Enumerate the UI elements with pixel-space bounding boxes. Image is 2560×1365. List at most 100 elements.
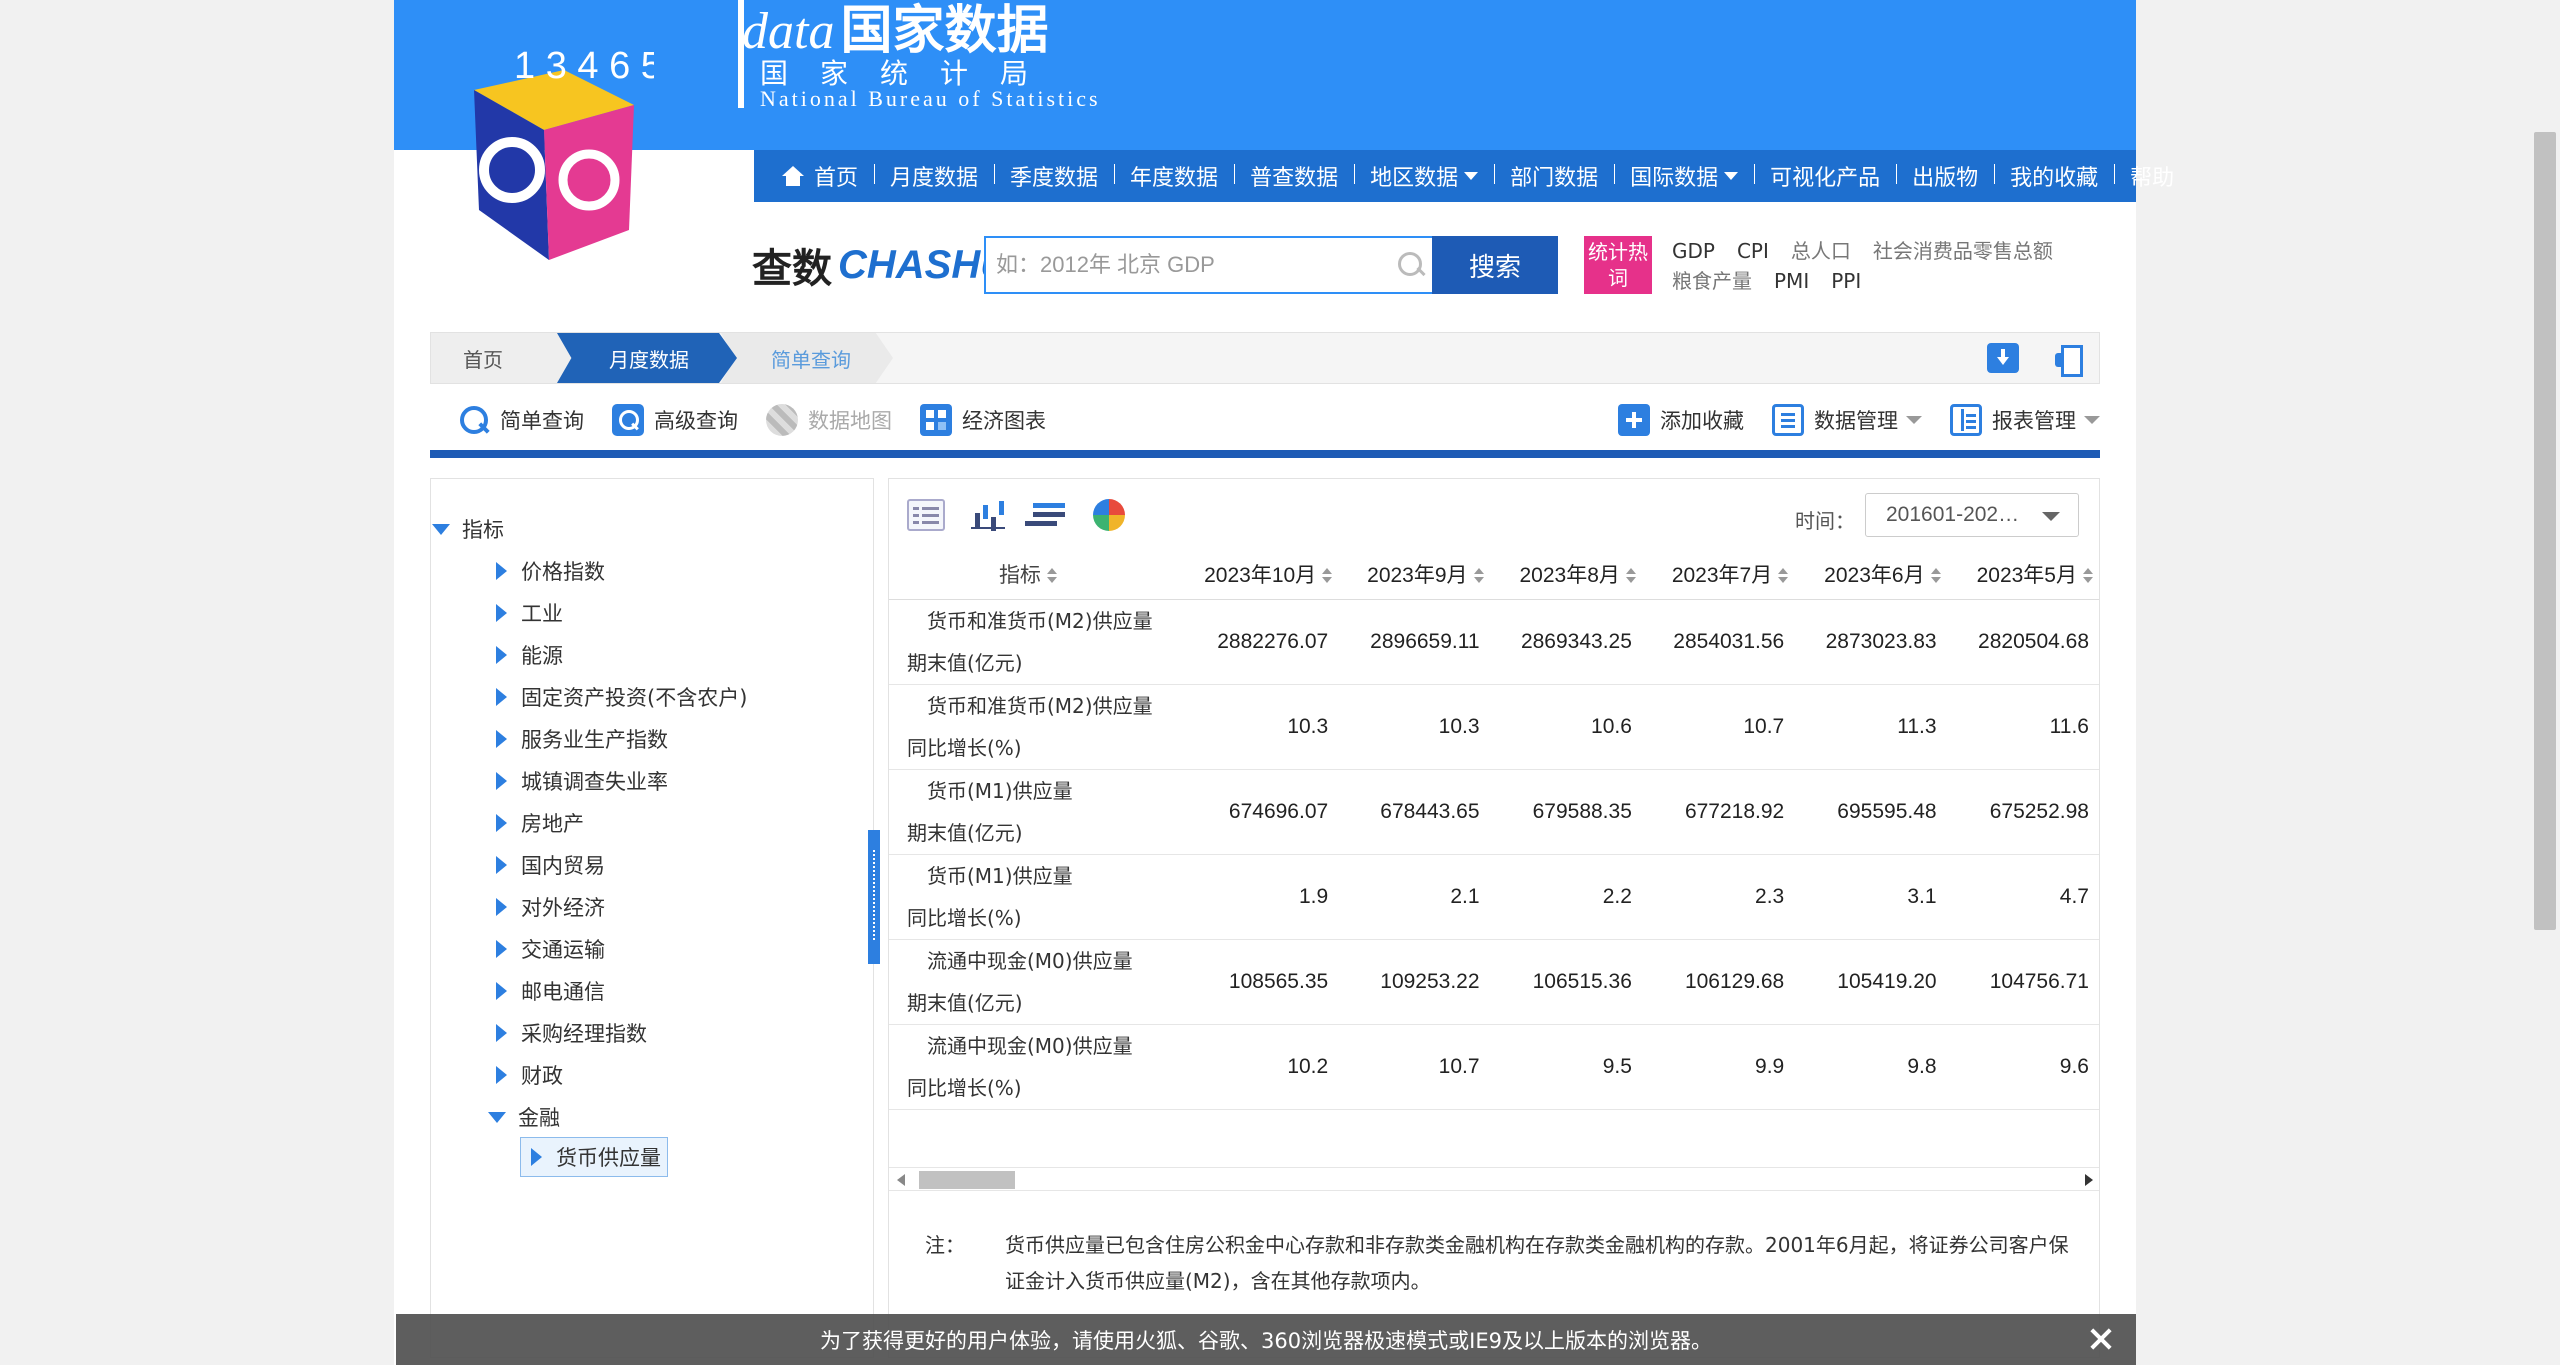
grid-icon — [920, 404, 952, 436]
tree-root[interactable]: 指标 — [432, 514, 504, 544]
tree-item-real-estate[interactable]: 房地产 — [496, 802, 747, 844]
column-header[interactable]: 2023年10月 — [1172, 549, 1339, 600]
tree-item-money-supply[interactable]: 货币供应量 — [520, 1137, 668, 1177]
add-favorite-button[interactable]: 添加收藏 — [1618, 404, 1744, 436]
table-cell: 104756.71 — [1946, 939, 2099, 1025]
indicator-unit: 同比增长(%) — [907, 735, 1022, 760]
caret-right-icon — [496, 688, 507, 706]
table-cell: 10.3 — [1172, 684, 1339, 770]
pie-chart-icon[interactable] — [1093, 499, 1125, 531]
data-manage-menu[interactable]: 数据管理 — [1772, 404, 1922, 436]
breadcrumb-monthly[interactable]: 月度数据 — [557, 333, 737, 383]
caret-right-icon — [496, 940, 507, 958]
caret-right-icon — [496, 982, 507, 1000]
search-input[interactable] — [986, 238, 1396, 292]
nav-international[interactable]: 国际数据 — [1614, 160, 1754, 192]
column-header[interactable]: 2023年5月 — [1946, 549, 2099, 600]
chevron-down-icon — [1464, 172, 1479, 180]
tree-item-finance[interactable]: 金融 — [488, 1096, 747, 1138]
scroll-right-icon[interactable] — [2085, 1174, 2093, 1186]
tree-item-label: 国内贸易 — [521, 854, 605, 878]
column-header[interactable]: 2023年6月 — [1794, 549, 1947, 600]
scroll-thumb[interactable] — [919, 1171, 1015, 1189]
table-view-icon[interactable] — [907, 499, 945, 531]
table-cell: 674696.07 — [1172, 769, 1339, 855]
chashu-logo[interactable]: 查数 CHASHU — [752, 242, 1009, 293]
tree-item-fixed-assets[interactable]: 固定资产投资(不含农户) — [496, 676, 747, 718]
nav-quarterly[interactable]: 季度数据 — [994, 160, 1114, 192]
nav-departments[interactable]: 部门数据 — [1494, 160, 1614, 192]
tool-economic-charts-label: 经济图表 — [962, 409, 1046, 433]
table-horizontal-scrollbar[interactable] — [889, 1167, 2099, 1191]
hot-word-retail[interactable]: 社会消费品零售总额 — [1873, 236, 2053, 266]
download-icon[interactable] — [1987, 343, 2019, 373]
page-scroll-thumb[interactable] — [2534, 132, 2556, 930]
caret-right-icon — [496, 1066, 507, 1084]
sort-icon — [1046, 567, 1057, 584]
row-indicator: 流通中现金(M0)供应量 期末值(亿元) — [889, 939, 1173, 1025]
row-indicator: 流通中现金(M0)供应量 同比增长(%) — [889, 1024, 1173, 1110]
nav-annual[interactable]: 年度数据 — [1114, 160, 1234, 192]
hot-word-population[interactable]: 总人口 — [1791, 236, 1851, 266]
nav-publications[interactable]: 出版物 — [1896, 160, 1994, 192]
horizontal-bar-chart-icon[interactable] — [1031, 499, 1069, 531]
caret-down-icon — [432, 523, 450, 535]
table-cell: 106515.36 — [1489, 939, 1642, 1025]
browser-notice-bar: 为了获得更好的用户体验，请使用火狐、谷歌、360浏览器极速模式或IE9及以上版本… — [396, 1314, 2136, 1365]
tool-data-map[interactable]: 数据地图 — [766, 404, 892, 436]
column-header-indicator[interactable]: 指标 — [889, 549, 1173, 600]
search-icon[interactable] — [1396, 250, 1426, 280]
tree-item-services-index[interactable]: 服务业生产指数 — [496, 718, 747, 760]
caret-right-icon — [496, 856, 507, 874]
tree-item-foreign-economy[interactable]: 对外经济 — [496, 886, 747, 928]
hot-word-ppi[interactable]: PPI — [1831, 266, 1861, 296]
sort-icon — [1930, 568, 1941, 584]
report-manage-menu[interactable]: 报表管理 — [1950, 404, 2100, 436]
table-header-row: 指标 2023年10月 2023年9月 2023年8月 2023年7月 2023… — [889, 549, 2099, 600]
nav-visualization[interactable]: 可视化产品 — [1754, 160, 1896, 192]
tree-item-post-telecom[interactable]: 邮电通信 — [496, 970, 747, 1012]
breadcrumb-simple-query[interactable]: 简单查询 — [721, 333, 893, 383]
tree-item-transport[interactable]: 交通运输 — [496, 928, 747, 970]
content-column: 1 3 4 6 5 2 data国家数据 国家统计局 National Bure… — [394, 0, 2174, 1365]
nav-favorites[interactable]: 我的收藏 — [1994, 160, 2114, 192]
tree-item-price-index[interactable]: 价格指数 — [496, 550, 747, 592]
note-text: 货币供应量已包含住房公积金中心存款和非存款类金融机构在存款类金融机构的存款。20… — [1005, 1233, 2069, 1293]
tree-item-label: 房地产 — [521, 812, 584, 836]
time-range-select[interactable]: 201601-202… — [1865, 493, 2079, 537]
logo-cube-icon[interactable]: 1 3 4 6 5 2 — [454, 30, 654, 270]
page-scrollbar[interactable] — [2530, 0, 2560, 1365]
column-header[interactable]: 2023年9月 — [1338, 549, 1490, 600]
nav-regional[interactable]: 地区数据 — [1354, 160, 1494, 192]
nav-census[interactable]: 普查数据 — [1234, 160, 1354, 192]
indicator-name: 流通中现金(M0)供应量 — [927, 948, 1133, 973]
column-header[interactable]: 2023年7月 — [1641, 549, 1795, 600]
search-button[interactable]: 搜索 — [1432, 236, 1558, 294]
nav-help[interactable]: 帮助 — [2114, 160, 2190, 192]
tree-item-finance-public[interactable]: 财政 — [496, 1054, 747, 1096]
nav-home[interactable]: 首页 — [766, 160, 874, 192]
tree-item-energy[interactable]: 能源 — [496, 634, 747, 676]
close-icon[interactable] — [2086, 1324, 2116, 1354]
breadcrumb-home[interactable]: 首页 — [431, 333, 571, 383]
column-header[interactable]: 2023年8月 — [1489, 549, 1642, 600]
hot-word-grain[interactable]: 粮食产量 — [1672, 266, 1752, 296]
tool-advanced-query[interactable]: 高级查询 — [612, 404, 738, 436]
tree-item-unemployment[interactable]: 城镇调查失业率 — [496, 760, 747, 802]
tree-scrollbar[interactable] — [868, 830, 880, 964]
hot-word-pmi[interactable]: PMI — [1774, 266, 1809, 296]
tool-simple-query[interactable]: 简单查询 — [458, 404, 584, 436]
scroll-left-icon[interactable] — [897, 1174, 905, 1186]
nav-monthly[interactable]: 月度数据 — [874, 160, 994, 192]
tool-economic-charts[interactable]: 经济图表 — [920, 404, 1046, 436]
map-icon — [766, 404, 798, 436]
tree-item-industry[interactable]: 工业 — [496, 592, 747, 634]
caret-right-icon — [496, 730, 507, 748]
tree-item-pmi[interactable]: 采购经理指数 — [496, 1012, 747, 1054]
bar-chart-icon[interactable] — [969, 499, 1007, 531]
hot-word-cpi[interactable]: CPI — [1737, 236, 1769, 266]
caret-right-icon — [496, 814, 507, 832]
hot-word-gdp[interactable]: GDP — [1672, 236, 1715, 266]
tree-item-domestic-trade[interactable]: 国内贸易 — [496, 844, 747, 886]
print-icon[interactable] — [2053, 343, 2085, 377]
